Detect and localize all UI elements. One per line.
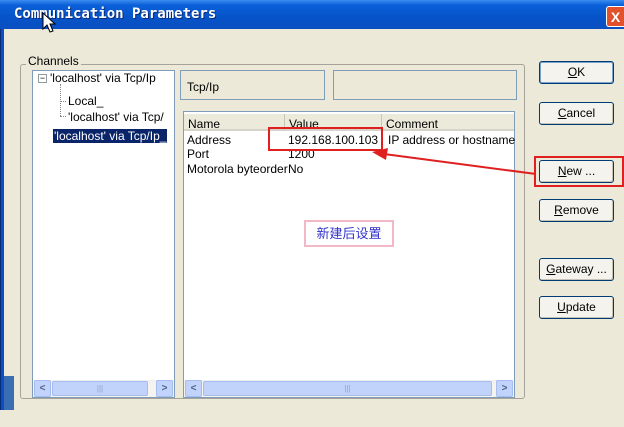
ok-button[interactable]: OK xyxy=(539,61,614,84)
tree-connector-line xyxy=(60,101,66,102)
scroll-right-icon[interactable]: > xyxy=(156,380,173,397)
scroll-thumb[interactable]: ||| xyxy=(52,381,148,396)
scroll-thumb[interactable]: ||| xyxy=(203,381,492,396)
cancel-button[interactable]: Cancel xyxy=(539,102,614,125)
scroll-right-icon[interactable]: > xyxy=(496,380,513,397)
tree-connector-line xyxy=(60,84,61,116)
new-button-highlight xyxy=(534,156,624,187)
row-name[interactable]: Address xyxy=(187,133,231,147)
row-name[interactable]: Motorola byteorder xyxy=(187,162,288,176)
close-button[interactable]: X xyxy=(606,6,624,27)
collapse-icon[interactable]: − xyxy=(38,74,47,83)
channel-name-field xyxy=(333,70,517,100)
tree-item-local[interactable]: Local_ xyxy=(68,94,103,108)
remove-button[interactable]: Remove xyxy=(539,199,614,222)
scroll-left-icon[interactable]: < xyxy=(34,380,51,397)
red-arrow-icon xyxy=(372,148,537,175)
background-window-strip xyxy=(4,376,14,410)
dialog-bottom-area xyxy=(0,410,624,427)
column-header-comment[interactable]: Comment xyxy=(382,114,514,131)
channels-group-label: Channels xyxy=(26,54,81,68)
update-button[interactable]: Update xyxy=(539,296,614,319)
row-name[interactable]: Port xyxy=(187,147,209,161)
protocol-field: Tcp/Ip xyxy=(180,70,325,100)
address-value-highlight xyxy=(268,127,383,151)
annotation-note: 新建后设置 xyxy=(304,220,394,247)
scroll-left-icon[interactable]: < xyxy=(185,380,202,397)
mouse-cursor-icon xyxy=(42,12,56,33)
row-value[interactable]: No xyxy=(288,162,303,176)
tree-item-root[interactable]: 'localhost' via Tcp/Ip xyxy=(50,71,156,85)
tree-item-localhost-tcp[interactable]: 'localhost' via Tcp/ xyxy=(68,110,164,124)
tree-connector-line xyxy=(60,116,66,117)
gateway-button[interactable]: Gateway ... xyxy=(539,258,614,281)
tree-item-selected[interactable]: 'localhost' via Tcp/Ip_ xyxy=(53,129,168,143)
window-border-line xyxy=(0,29,1,427)
